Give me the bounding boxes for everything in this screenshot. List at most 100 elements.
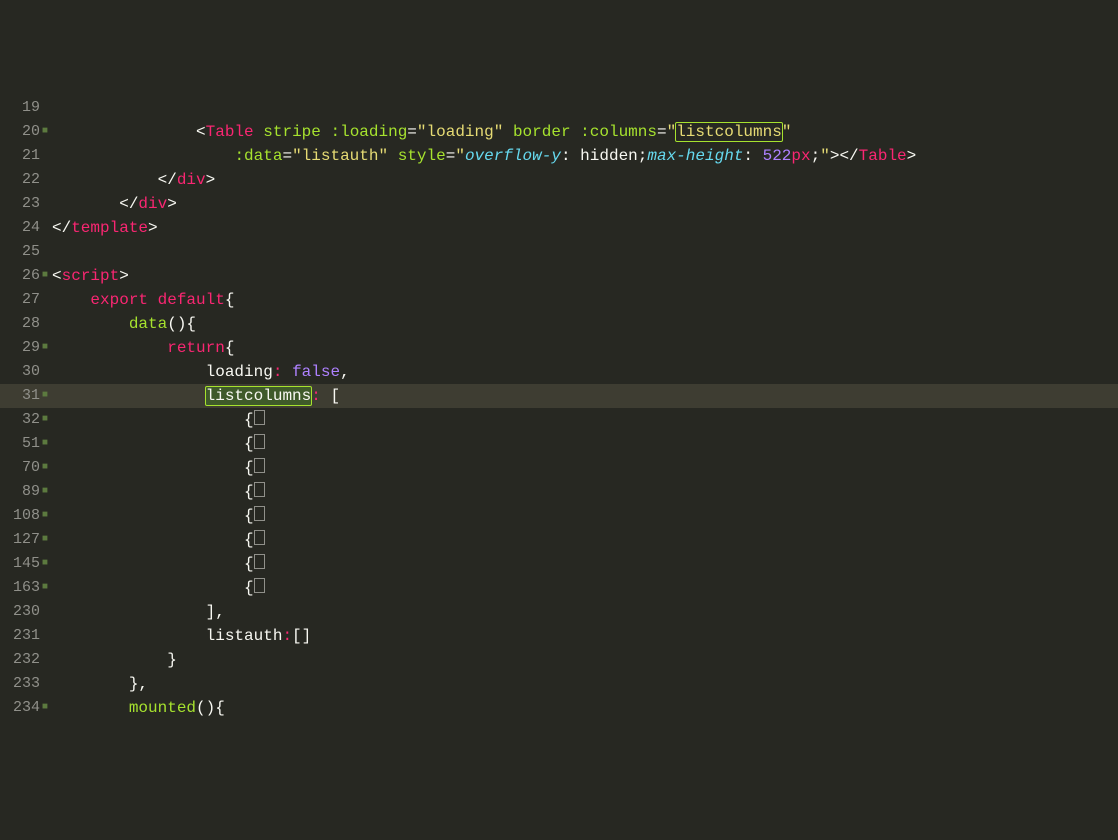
- folded-region-icon[interactable]: [254, 410, 265, 425]
- fold-marker[interactable]: ■: [42, 408, 52, 432]
- code-line[interactable]: 163■ {: [0, 576, 1118, 600]
- folded-region-icon[interactable]: [254, 482, 265, 497]
- code-content[interactable]: return{: [52, 336, 1118, 360]
- code-content[interactable]: {: [52, 552, 1118, 576]
- folded-region-icon[interactable]: [254, 506, 265, 521]
- fold-marker[interactable]: ■: [42, 552, 52, 576]
- token: [52, 435, 244, 453]
- code-content[interactable]: </template>: [52, 216, 1118, 240]
- fold-marker[interactable]: ■: [42, 120, 52, 144]
- code-content[interactable]: listcolumns: [: [52, 384, 1118, 408]
- code-content[interactable]: }: [52, 648, 1118, 672]
- code-line[interactable]: 51■ {: [0, 432, 1118, 456]
- token: <: [52, 267, 62, 285]
- code-line[interactable]: 70■ {: [0, 456, 1118, 480]
- token: </: [839, 147, 858, 165]
- folded-region-icon[interactable]: [254, 554, 265, 569]
- code-line[interactable]: 127■ {: [0, 528, 1118, 552]
- line-number: 22: [0, 168, 42, 192]
- code-content[interactable]: mounted(){: [52, 696, 1118, 720]
- fold-marker[interactable]: ■: [42, 480, 52, 504]
- code-line[interactable]: 24</template>: [0, 216, 1118, 240]
- token: [52, 507, 244, 525]
- code-line[interactable]: 30 loading: false,: [0, 360, 1118, 384]
- code-line[interactable]: 27 export default{: [0, 288, 1118, 312]
- fold-marker[interactable]: ■: [42, 384, 52, 408]
- token: [148, 291, 158, 309]
- code-editor[interactable]: 1920■ <Table stripe :loading="loading" b…: [0, 96, 1118, 720]
- token: [503, 123, 513, 141]
- token: hidden: [580, 147, 638, 165]
- code-line[interactable]: 20■ <Table stripe :loading="loading" bor…: [0, 120, 1118, 144]
- token: data: [129, 315, 167, 333]
- fold-marker[interactable]: ■: [42, 576, 52, 600]
- code-content[interactable]: ],: [52, 600, 1118, 624]
- code-line[interactable]: 234■ mounted(){: [0, 696, 1118, 720]
- token: ;: [638, 147, 648, 165]
- token: ": [455, 147, 465, 165]
- code-line[interactable]: 32■ {: [0, 408, 1118, 432]
- token: listcolumns: [676, 123, 782, 141]
- code-line[interactable]: 25: [0, 240, 1118, 264]
- code-content[interactable]: {: [52, 576, 1118, 600]
- token: {: [244, 483, 254, 501]
- code-line[interactable]: 230 ],: [0, 600, 1118, 624]
- code-line[interactable]: 19: [0, 96, 1118, 120]
- code-content[interactable]: {: [52, 504, 1118, 528]
- code-line[interactable]: 232 }: [0, 648, 1118, 672]
- code-content[interactable]: {: [52, 528, 1118, 552]
- fold-marker[interactable]: ■: [42, 696, 52, 720]
- code-line[interactable]: 233 },: [0, 672, 1118, 696]
- fold-marker[interactable]: ■: [42, 264, 52, 288]
- fold-marker[interactable]: ■: [42, 432, 52, 456]
- code-content[interactable]: <Table stripe :loading="loading" border …: [52, 120, 1118, 144]
- folded-region-icon[interactable]: [254, 530, 265, 545]
- code-line[interactable]: 22 </div>: [0, 168, 1118, 192]
- folded-region-icon[interactable]: [254, 434, 265, 449]
- line-number: 26: [0, 264, 42, 288]
- code-line[interactable]: 108■ {: [0, 504, 1118, 528]
- token: ": [417, 123, 427, 141]
- code-line[interactable]: 26■<script>: [0, 264, 1118, 288]
- code-content[interactable]: export default{: [52, 288, 1118, 312]
- code-content[interactable]: {: [52, 480, 1118, 504]
- token: listcolumns: [206, 387, 312, 405]
- line-number: 28: [0, 312, 42, 336]
- code-line[interactable]: 145■ {: [0, 552, 1118, 576]
- code-content[interactable]: },: [52, 672, 1118, 696]
- code-content[interactable]: listauth:[]: [52, 624, 1118, 648]
- folded-region-icon[interactable]: [254, 458, 265, 473]
- code-content[interactable]: {: [52, 432, 1118, 456]
- code-content[interactable]: loading: false,: [52, 360, 1118, 384]
- folded-region-icon[interactable]: [254, 578, 265, 593]
- token: ": [494, 123, 504, 141]
- code-content[interactable]: <script>: [52, 264, 1118, 288]
- token: (){: [196, 699, 225, 717]
- token: {: [244, 435, 254, 453]
- token: ": [667, 123, 677, 141]
- code-content[interactable]: </div>: [52, 192, 1118, 216]
- line-number: 29: [0, 336, 42, 360]
- code-content[interactable]: :data="listauth" style="overflow-y: hidd…: [52, 144, 1118, 168]
- code-line[interactable]: 31■ listcolumns: [: [0, 384, 1118, 408]
- code-content[interactable]: </div>: [52, 168, 1118, 192]
- fold-marker[interactable]: ■: [42, 504, 52, 528]
- code-line[interactable]: 231 listauth:[]: [0, 624, 1118, 648]
- code-content[interactable]: {: [52, 456, 1118, 480]
- line-number: 20: [0, 120, 42, 144]
- code-line[interactable]: 23 </div>: [0, 192, 1118, 216]
- fold-marker[interactable]: ■: [42, 456, 52, 480]
- code-line[interactable]: 89■ {: [0, 480, 1118, 504]
- fold-marker[interactable]: ■: [42, 528, 52, 552]
- token: >: [907, 147, 917, 165]
- token: overflow-y: [465, 147, 561, 165]
- token: {: [244, 579, 254, 597]
- token: >: [167, 195, 177, 213]
- code-content[interactable]: data(){: [52, 312, 1118, 336]
- code-line[interactable]: 28 data(){: [0, 312, 1118, 336]
- fold-marker[interactable]: ■: [42, 336, 52, 360]
- code-line[interactable]: 29■ return{: [0, 336, 1118, 360]
- code-content[interactable]: {: [52, 408, 1118, 432]
- token: [52, 675, 129, 693]
- code-line[interactable]: 21 :data="listauth" style="overflow-y: h…: [0, 144, 1118, 168]
